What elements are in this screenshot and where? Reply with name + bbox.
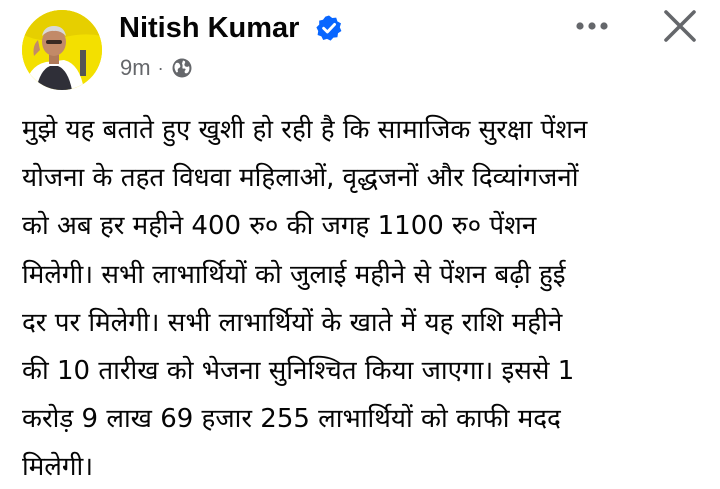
globe-icon[interactable] (171, 57, 193, 79)
post-text: मुझे यह बताते हुए खुशी हो रही है कि सामा… (22, 106, 702, 489)
post-header: Nitish Kumar 9m · (0, 0, 720, 100)
post-text-line: मिलेगी। (22, 452, 94, 483)
more-options-button[interactable] (568, 6, 616, 46)
post-text-line: दर पर मिलेगी। सभी लाभार्थियों के खाते मे… (22, 307, 563, 338)
post-meta: 9m · (120, 54, 193, 82)
meta-separator: · (157, 57, 164, 78)
post-text-line: को अब हर महीने 400 रु० की जगह 1100 रु० प… (22, 211, 537, 242)
post-text-line: योजना के तहत विधवा महिलाओं, वृद्धजनों और… (22, 163, 579, 194)
post-timestamp[interactable]: 9m (120, 55, 151, 81)
verified-badge-icon (315, 14, 343, 42)
close-icon (664, 10, 696, 42)
post-text-line: मिलेगी। सभी लाभार्थियों को जुलाई महीने स… (22, 259, 566, 290)
post-text-line: करोड़ 9 लाख 69 हजार 255 लाभार्थियों को क… (22, 404, 561, 435)
more-horizontal-icon (576, 22, 608, 30)
post-text-line: की 10 तारीख को भेजना सुनिश्चित किया जाएग… (22, 355, 575, 386)
author-name[interactable]: Nitish Kumar (119, 8, 299, 48)
author-avatar[interactable] (22, 10, 102, 90)
post-text-line: मुझे यह बताते हुए खुशी हो रही है कि सामा… (22, 115, 588, 145)
avatar-image (22, 10, 102, 90)
close-button[interactable] (655, 2, 705, 50)
